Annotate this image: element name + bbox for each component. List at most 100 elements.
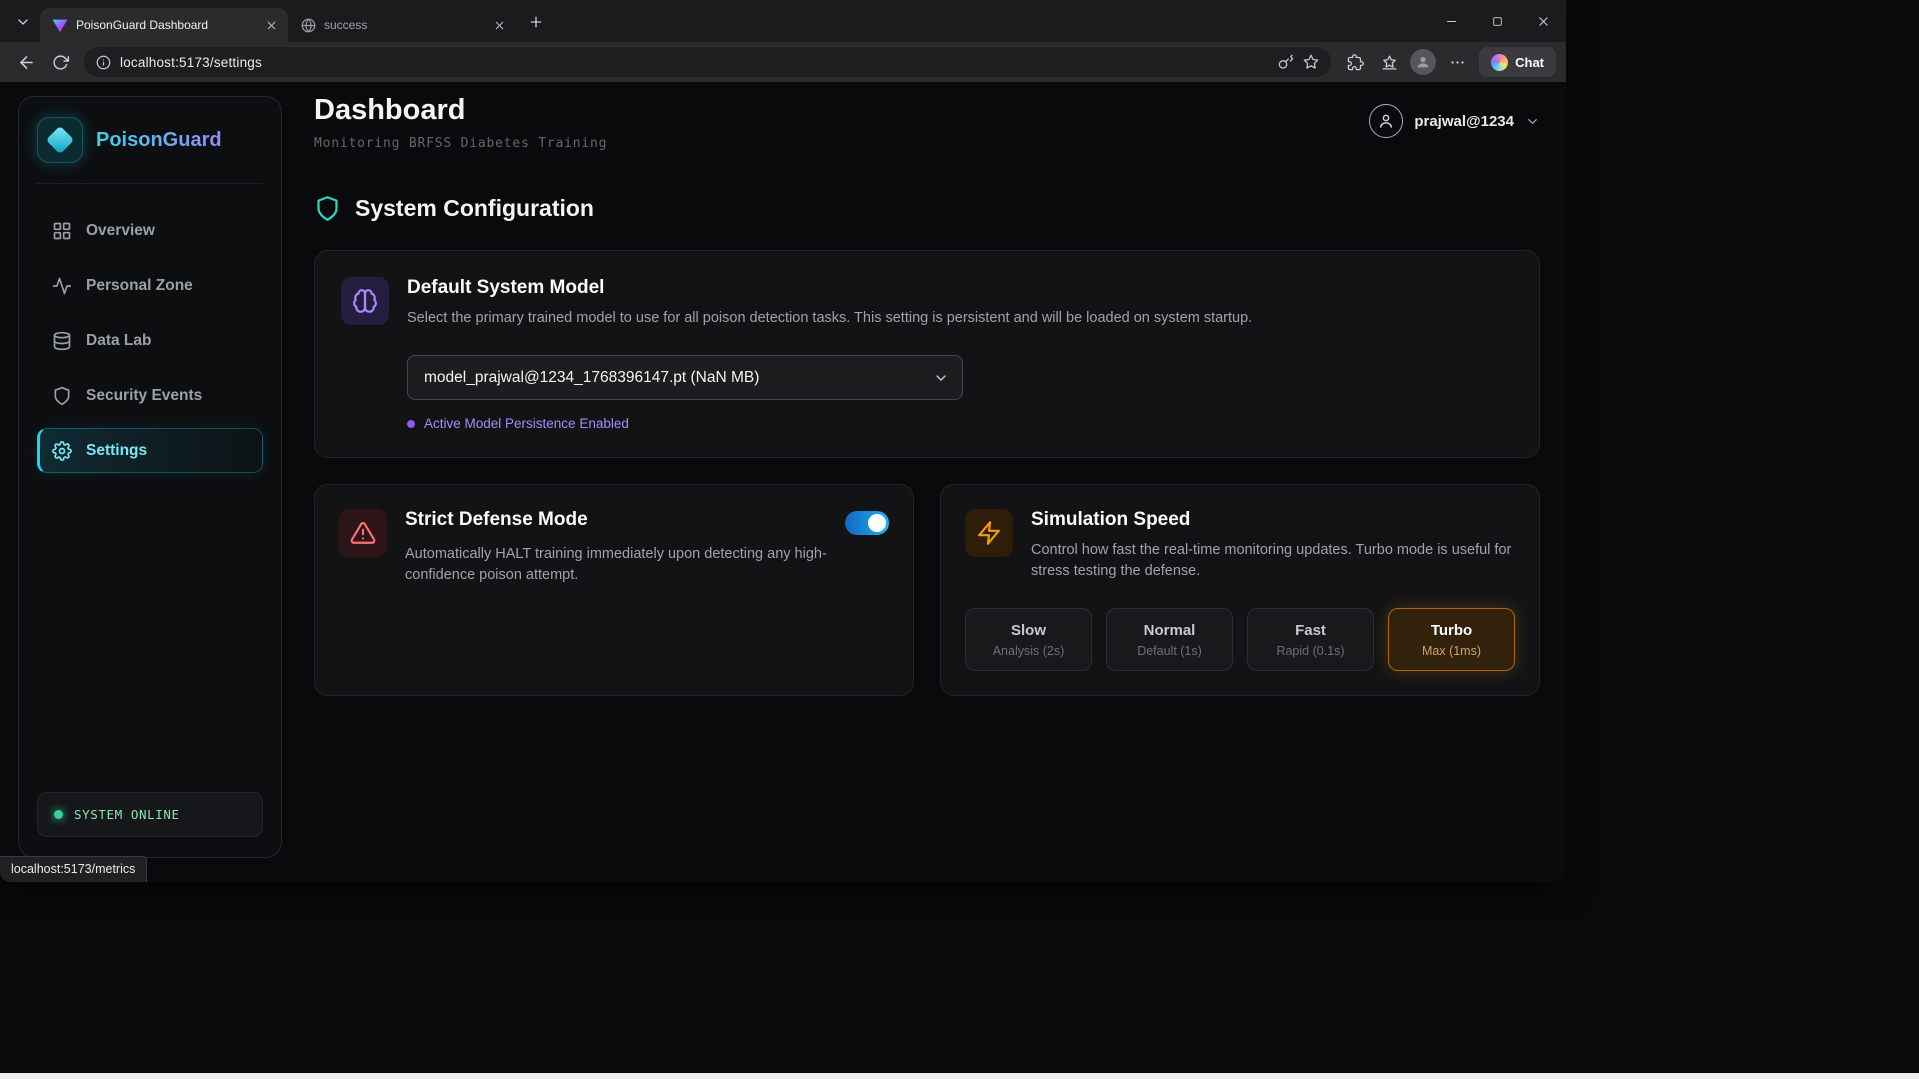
status-dot [407,419,415,428]
minimize-button[interactable] [1428,0,1474,42]
option-label: Normal [1143,622,1196,640]
option-label: Slow [1010,622,1046,640]
card-description: Control how fast the real-time monitorin… [1031,542,1512,580]
page-title: Dashboard [314,94,466,126]
browser-tab-poisonguard[interactable]: PoisonGuard Dashboard [40,8,288,42]
chevron-down-icon [1528,118,1537,124]
speed-option-normal[interactable]: Normal Default (1s) [1106,608,1233,672]
strict-defense-card: Strict Defense Mode Automatically HALT t… [314,484,914,697]
sidebar-item-settings[interactable]: Settings [37,428,263,473]
copilot-chat-button[interactable]: Chat [1479,47,1556,77]
card-title: Default System Model [407,277,605,298]
user-menu[interactable]: prajwal@1234 [1369,104,1540,138]
close-window-button[interactable] [1520,0,1566,42]
shield-icon [317,196,338,221]
brand: PoisonGuard [37,117,263,184]
tab-title: PoisonGuard Dashboard [76,18,209,32]
close-icon [1538,16,1548,26]
alert-triangle-icon [339,509,387,558]
sidebar-item-label: Overview [86,221,155,239]
sidebar-item-overview[interactable]: Overview [37,208,263,253]
section-header: System Configuration [314,195,1540,222]
more-menu-button[interactable] [1441,47,1473,77]
sidebar-item-label: Data Lab [86,331,152,349]
speed-options: Slow Analysis (2s) Normal Default (1s) F… [965,608,1515,672]
card-description: Select the primary trained model to use … [407,310,1253,326]
zap-icon [965,509,1013,558]
grid-icon [53,222,71,239]
tab-strip: PoisonGuard Dashboard success [0,0,1566,42]
sidebar-item-data-lab[interactable]: Data Lab [37,318,263,363]
status-label: SYSTEM ONLINE [74,807,180,822]
favorite-star-icon[interactable] [1303,54,1319,70]
gear-icon [52,440,72,461]
model-select[interactable]: model_prajwal@1234_1768396147.pt (NaN MB… [407,355,963,401]
profile-avatar[interactable] [1410,49,1437,75]
sidebar-item-personal-zone[interactable]: Personal Zone [37,263,263,308]
tab-close-icon[interactable] [262,16,280,34]
desktop: PoisonGuard Dashboard success localhost:… [0,0,1919,1079]
simulation-speed-card: Simulation Speed Control how fast the re… [940,484,1540,697]
option-sublabel: Default (1s) [1137,644,1202,659]
plus-icon [530,16,542,28]
status-text: Active Model Persistence Enabled [424,416,629,432]
address-bar[interactable]: localhost:5173/settings [84,47,1332,77]
card-title: Strict Defense Mode [405,509,588,531]
strict-defense-toggle[interactable] [845,511,889,536]
back-button[interactable] [10,47,42,77]
brain-icon [341,277,389,325]
browser-toolbar: localhost:5173/settings Chat [0,42,1566,82]
maximize-icon [1492,16,1502,26]
browser-tab-success[interactable]: success [288,8,516,42]
default-model-card: Default System Model Select the primary … [314,250,1540,459]
window-controls [1428,0,1566,42]
sidebar-item-label: Personal Zone [86,276,193,294]
model-persistence-status: Active Model Persistence Enabled [407,416,1513,431]
main-content: Dashboard Monitoring BRFSS Diabetes Trai… [314,94,1540,697]
option-sublabel: Analysis (2s) [992,644,1065,659]
new-tab-button[interactable] [522,8,550,36]
speed-option-turbo[interactable]: Turbo Max (1ms) [1388,608,1515,672]
system-status-badge: SYSTEM ONLINE [37,792,263,837]
globe-favicon-icon [300,17,316,33]
tab-close-icon[interactable] [490,16,508,34]
minimize-icon [1446,20,1456,22]
tab-title: success [324,18,368,32]
arrow-left-icon [19,55,33,69]
vite-favicon-icon [52,17,68,33]
option-sublabel: Max (1ms) [1421,644,1482,659]
link-preview-tooltip: localhost:5173/metrics [0,856,148,882]
password-key-icon[interactable] [1278,54,1294,70]
favorites-star-icon [1382,54,1397,70]
sidebar-item-security-events[interactable]: Security Events [37,373,263,418]
url-text: localhost:5173/settings [120,54,262,70]
sidebar-item-label: Settings [86,441,148,459]
section-title: System Configuration [355,195,594,221]
tab-search-button[interactable] [8,7,38,37]
favorites-bar-button[interactable] [1373,47,1405,77]
user-icon [1417,57,1429,68]
status-dot [54,810,63,819]
toggle-knob [868,514,886,533]
database-icon [53,331,71,350]
sidebar-nav: Overview Personal Zone Data Lab Security… [37,208,263,473]
speed-option-slow[interactable]: Slow Analysis (2s) [965,608,1092,672]
maximize-button[interactable] [1474,0,1520,42]
extensions-button[interactable] [1339,47,1371,77]
sidebar: PoisonGuard Overview Personal Zone Data … [18,96,282,858]
browser-window: PoisonGuard Dashboard success localhost:… [0,0,1566,882]
username: prajwal@1234 [1414,112,1514,130]
ellipsis-icon [1451,60,1464,64]
chevron-down-icon [18,19,28,25]
card-description: Automatically HALT training immediately … [405,546,827,584]
speed-option-fast[interactable]: Fast Rapid (0.1s) [1247,608,1374,672]
puzzle-icon [1347,53,1364,70]
site-info-icon[interactable] [96,55,111,70]
chat-label: Chat [1515,54,1544,70]
card-title: Simulation Speed [1031,509,1191,531]
shield-icon [54,386,70,405]
option-label: Turbo [1430,622,1473,640]
activity-icon [52,277,72,294]
refresh-button[interactable] [44,47,76,77]
page-header: Dashboard Monitoring BRFSS Diabetes Trai… [314,94,1540,151]
